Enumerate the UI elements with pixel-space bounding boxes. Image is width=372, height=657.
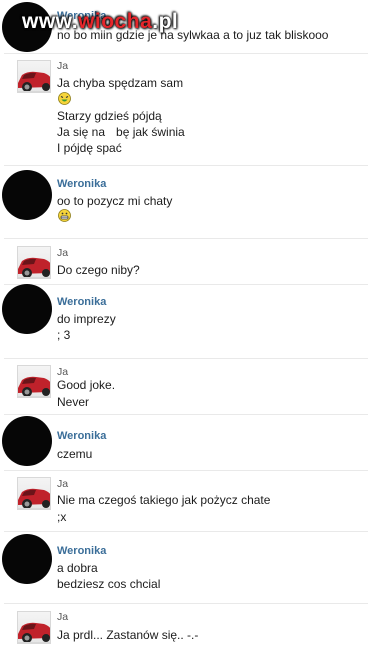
sender-name[interactable]: Ja — [57, 247, 68, 260]
message-divider — [4, 358, 368, 359]
chat-message: Weronika oo to pozycz mi chaty — [0, 165, 372, 237]
message-divider — [4, 414, 368, 415]
message-text: Nie ma czegoś takiego jak pożycz chate — [57, 493, 271, 507]
avatar[interactable] — [17, 365, 51, 398]
message-text: Do czego niby? — [57, 263, 140, 277]
sender-name[interactable]: Weronika — [57, 296, 106, 309]
watermark-logo: www.wiocha.pl — [22, 10, 179, 33]
sender-name[interactable]: Weronika — [57, 178, 106, 191]
message-text: oo to pozycz mi chaty — [57, 194, 173, 208]
avatar[interactable] — [17, 611, 51, 644]
message-text: ;x — [57, 510, 67, 524]
sender-name[interactable]: Weronika — [57, 545, 106, 558]
sender-name[interactable]: Weronika — [57, 430, 106, 443]
car-photo-icon — [18, 376, 50, 397]
message-divider — [4, 470, 368, 471]
avatar[interactable] — [2, 416, 52, 466]
message-text: Starzy gdzieś pójdą — [57, 109, 162, 123]
message-text: do imprezy — [57, 312, 116, 326]
avatar[interactable] — [17, 477, 51, 510]
message-text: czemu — [57, 447, 93, 461]
message-text: Ja chyba spędzam sam — [57, 76, 184, 90]
chat-message: Ja Ja prdl... Zastanów się.. -.- — [0, 603, 372, 657]
message-text: I pójdę spać — [57, 141, 122, 155]
car-photo-icon — [18, 622, 50, 643]
chat-message: Ja Ja chyba spędzam sam Starzy gdzieś pó… — [0, 53, 372, 163]
chat-message: Weronika a dobra bedziesz cos chcial — [0, 531, 372, 601]
chat-transcript: Weronika no bo miin gdzie je na sylwkaa … — [0, 0, 372, 657]
chat-message: Weronika czemu — [0, 414, 372, 469]
chat-message: Ja Do czego niby? — [0, 238, 372, 284]
message-text: ; 3 — [57, 328, 71, 342]
message-text: a dobra — [57, 561, 98, 575]
grinning-face-icon — [58, 209, 71, 222]
message-text: Never — [57, 395, 90, 409]
message-divider — [4, 53, 368, 54]
avatar[interactable] — [2, 170, 52, 220]
avatar[interactable] — [2, 534, 52, 584]
message-text: Ja prdl... Zastanów się.. -.- — [57, 628, 199, 642]
message-text: bedziesz cos chcial — [57, 577, 161, 591]
chat-message: Ja Good joke. Never — [0, 358, 372, 413]
avatar[interactable] — [17, 246, 51, 279]
sender-name[interactable]: Ja — [57, 611, 68, 624]
message-divider — [4, 531, 368, 532]
avatar[interactable] — [17, 60, 51, 93]
car-photo-icon — [18, 71, 50, 92]
message-divider — [4, 603, 368, 604]
car-photo-icon — [18, 488, 50, 509]
message-text: Good joke. — [57, 378, 116, 392]
chat-message: Ja Nie ma czegoś takiego jak pożycz chat… — [0, 470, 372, 531]
message-divider — [4, 165, 368, 166]
avatar[interactable] — [2, 284, 52, 334]
sender-name[interactable]: Ja — [57, 478, 68, 491]
message-text: Ja się na bę jak świnia — [57, 125, 185, 139]
laughing-face-icon — [58, 92, 71, 105]
sender-name[interactable]: Ja — [57, 60, 68, 73]
car-photo-icon — [18, 257, 50, 278]
message-divider — [4, 284, 368, 285]
message-divider — [4, 238, 368, 239]
chat-message: Weronika do imprezy ; 3 — [0, 284, 372, 357]
